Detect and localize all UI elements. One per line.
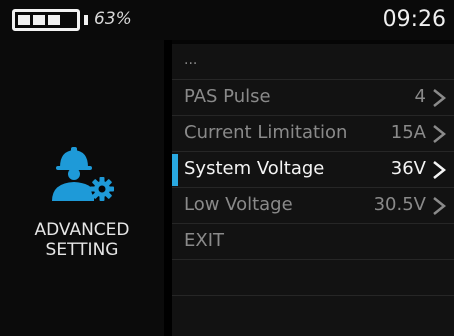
menu-item-label: Current Limitation <box>184 122 348 143</box>
divider <box>164 40 172 336</box>
menu-item-value: 36V <box>390 158 426 179</box>
settings-menu: ... PAS Pulse 4 Current Limitation 15A S… <box>172 44 454 336</box>
chevron-right-icon <box>433 161 447 179</box>
menu-item-label: System Voltage <box>184 158 325 179</box>
chevron-right-icon <box>433 197 447 215</box>
menu-item-value: 15A <box>390 122 426 143</box>
section-title: ADVANCED SETTING <box>0 220 164 260</box>
menu-item-empty <box>172 296 454 332</box>
clock: 09:26 <box>382 7 446 32</box>
menu-item-value: 4 <box>414 86 426 107</box>
menu-item-current-limitation[interactable]: Current Limitation 15A <box>172 116 454 152</box>
menu-item-exit[interactable]: EXIT <box>172 224 454 260</box>
device-screen: 63% 09:26 ADVANCED SETTING ... PAS Pulse… <box>0 0 454 336</box>
menu-item-empty <box>172 260 454 296</box>
menu-item-label: Low Voltage <box>184 194 293 215</box>
battery-tip <box>84 15 88 25</box>
battery-icon <box>12 9 80 31</box>
menu-item-label: PAS Pulse <box>184 86 271 107</box>
status-bar: 63% 09:26 <box>0 0 454 40</box>
selection-indicator <box>172 154 178 186</box>
section-title-line1: ADVANCED <box>34 220 130 240</box>
battery-cell <box>33 15 45 25</box>
menu-item-more[interactable]: ... <box>172 44 454 80</box>
chevron-right-icon <box>433 125 447 143</box>
menu-item-label: EXIT <box>184 230 225 251</box>
chevron-right-icon <box>433 89 447 107</box>
battery-cell <box>18 15 30 25</box>
menu-item-value: 30.5V <box>373 194 426 215</box>
menu-item-pas-pulse[interactable]: PAS Pulse 4 <box>172 80 454 116</box>
section-title-line2: SETTING <box>45 240 119 260</box>
menu-item-system-voltage[interactable]: System Voltage 36V <box>172 152 454 188</box>
engineer-gear-icon <box>52 147 114 201</box>
menu-item-low-voltage[interactable]: Low Voltage 30.5V <box>172 188 454 224</box>
battery-percentage: 63% <box>94 9 132 29</box>
menu-item-label: ... <box>184 52 198 68</box>
battery-cell <box>48 15 60 25</box>
